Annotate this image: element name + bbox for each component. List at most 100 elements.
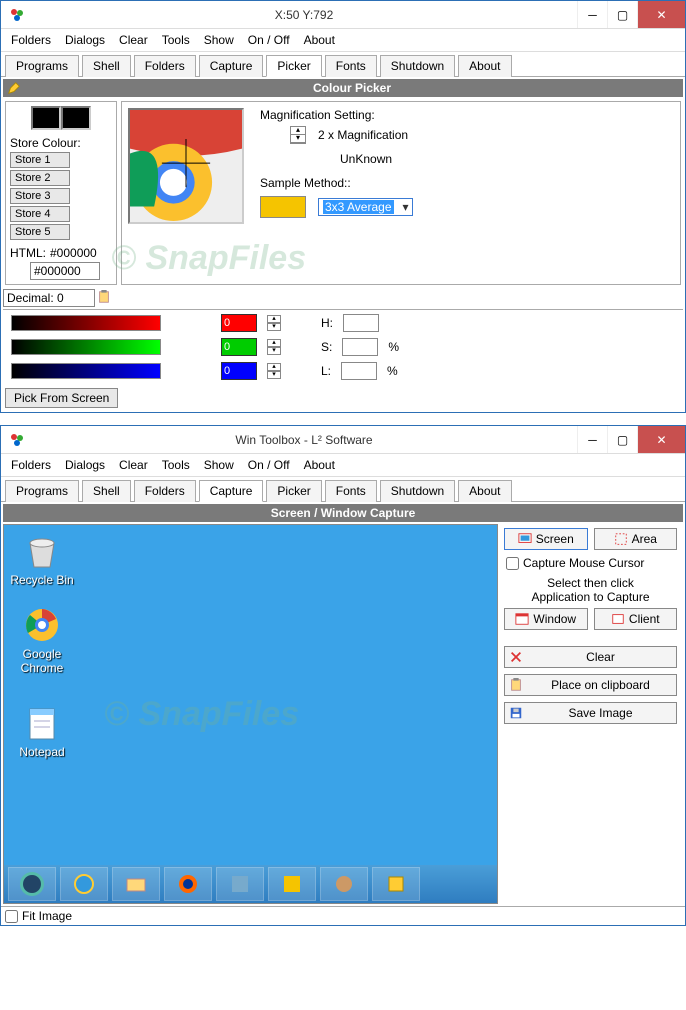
close-button[interactable]: ✕	[637, 426, 685, 453]
area-button[interactable]: Area	[594, 528, 678, 550]
menu-folders[interactable]: Folders	[11, 458, 51, 472]
swatch-2[interactable]	[61, 106, 91, 130]
menu-dialogs[interactable]: Dialogs	[65, 458, 105, 472]
menu-onoff[interactable]: On / Off	[248, 458, 290, 472]
screen-button[interactable]: Screen	[504, 528, 588, 550]
taskbar-app2[interactable]	[268, 867, 316, 901]
hsl-panel: 0 ▴▾ H: 0 ▴▾ S: % 0 ▴▾ L: %	[3, 309, 683, 384]
menu-clear[interactable]: Clear	[119, 33, 148, 47]
mag-label: Magnification Setting:	[260, 108, 674, 122]
tab-about[interactable]: About	[458, 55, 511, 77]
watermark: © SnapFiles	[104, 695, 299, 734]
tab-picker[interactable]: Picker	[266, 55, 321, 77]
sample-method-select[interactable]: 3x3 Average	[318, 198, 413, 216]
clipboard-button[interactable]: Place on clipboard	[504, 674, 677, 696]
s-input[interactable]	[342, 338, 378, 356]
minimize-button[interactable]: ─	[577, 426, 607, 453]
mag-spinner[interactable]: ▴▾	[290, 126, 306, 144]
desktop-icon-recycle[interactable]: Recycle Bin	[10, 531, 74, 587]
clear-button[interactable]: Clear	[504, 646, 677, 668]
desktop-icon-notepad[interactable]: Notepad	[10, 703, 74, 759]
header-text: Colour Picker	[313, 81, 391, 95]
slider-b[interactable]	[11, 363, 161, 379]
close-button[interactable]: ✕	[637, 1, 685, 28]
menu-dialogs[interactable]: Dialogs	[65, 33, 105, 47]
menu-folders[interactable]: Folders	[11, 33, 51, 47]
tab-shutdown[interactable]: Shutdown	[380, 55, 455, 77]
tab-fonts[interactable]: Fonts	[325, 55, 377, 77]
titlebar: Win Toolbox - L² Software ─ ▢ ✕	[1, 426, 685, 454]
tab-capture[interactable]: Capture	[199, 55, 264, 77]
clipboard-icon[interactable]	[97, 290, 111, 307]
store-1-button[interactable]: Store 1	[10, 152, 70, 168]
slider-g[interactable]	[11, 339, 161, 355]
taskbar-app4[interactable]	[372, 867, 420, 901]
client-button[interactable]: Client	[594, 608, 678, 630]
menu-show[interactable]: Show	[204, 33, 234, 47]
sample-swatch	[260, 196, 306, 218]
maximize-button[interactable]: ▢	[607, 426, 637, 453]
maximize-button[interactable]: ▢	[607, 1, 637, 28]
menu-clear[interactable]: Clear	[119, 458, 148, 472]
l-pct: %	[387, 364, 398, 378]
menu-show[interactable]: Show	[204, 458, 234, 472]
title-text: Win Toolbox - L² Software	[31, 433, 577, 447]
menu-onoff[interactable]: On / Off	[248, 33, 290, 47]
window-button[interactable]: Window	[504, 608, 588, 630]
decimal-input[interactable]	[3, 289, 95, 307]
client-icon	[611, 612, 625, 626]
l-input[interactable]	[341, 362, 377, 380]
slider-r[interactable]	[11, 315, 161, 331]
spinner-g[interactable]: ▴▾	[267, 339, 281, 355]
screen-icon	[518, 532, 532, 546]
store-4-button[interactable]: Store 4	[10, 206, 70, 222]
menubar: Folders Dialogs Clear Tools Show On / Of…	[1, 454, 685, 477]
taskbar-app3[interactable]	[320, 867, 368, 901]
taskbar-firefox[interactable]	[164, 867, 212, 901]
tab-shutdown[interactable]: Shutdown	[380, 480, 455, 502]
h-input[interactable]	[343, 314, 379, 332]
title-text: X:50 Y:792	[31, 8, 577, 22]
tab-shell[interactable]: Shell	[82, 55, 131, 77]
tab-programs[interactable]: Programs	[5, 480, 79, 502]
store-2-button[interactable]: Store 2	[10, 170, 70, 186]
taskbar-explorer[interactable]	[112, 867, 160, 901]
fit-image-checkbox[interactable]	[5, 910, 18, 923]
desktop-icon-chrome[interactable]: Google Chrome	[10, 605, 74, 675]
spinner-r[interactable]: ▴▾	[267, 315, 281, 331]
magnifier-panel: Magnification Setting: ▴▾ 2 x Magnificat…	[121, 101, 681, 285]
tab-fonts[interactable]: Fonts	[325, 480, 377, 502]
minimize-button[interactable]: ─	[577, 1, 607, 28]
menu-about[interactable]: About	[304, 458, 335, 472]
menu-tools[interactable]: Tools	[162, 458, 190, 472]
menu-about[interactable]: About	[304, 33, 335, 47]
spinner-b[interactable]: ▴▾	[267, 363, 281, 379]
capture-cursor-checkbox[interactable]	[506, 557, 519, 570]
store-3-button[interactable]: Store 3	[10, 188, 70, 204]
tab-folders[interactable]: Folders	[134, 480, 196, 502]
window-icon	[515, 612, 529, 626]
store-5-button[interactable]: Store 5	[10, 224, 70, 240]
taskbar-start[interactable]	[8, 867, 56, 901]
tab-programs[interactable]: Programs	[5, 55, 79, 77]
html-input[interactable]	[30, 262, 100, 280]
pick-from-screen-button[interactable]: Pick From Screen	[5, 388, 118, 408]
taskbar-ie[interactable]	[60, 867, 108, 901]
save-image-button[interactable]: Save Image	[504, 702, 677, 724]
header-text: Screen / Window Capture	[271, 506, 416, 520]
app-icon	[9, 432, 25, 448]
taskbar-app1[interactable]	[216, 867, 264, 901]
tab-capture[interactable]: Capture	[199, 480, 264, 502]
menu-tools[interactable]: Tools	[162, 33, 190, 47]
window-color-picker: X:50 Y:792 ─ ▢ ✕ Folders Dialogs Clear T…	[0, 0, 686, 413]
tab-shell[interactable]: Shell	[82, 480, 131, 502]
tabbar: Programs Shell Folders Capture Picker Fo…	[1, 477, 685, 502]
tab-folders[interactable]: Folders	[134, 55, 196, 77]
s-label: S:	[321, 340, 332, 354]
section-header: Screen / Window Capture	[3, 504, 683, 522]
section-header: Colour Picker	[3, 79, 683, 97]
tab-about[interactable]: About	[458, 480, 511, 502]
swatch-1[interactable]	[31, 106, 61, 130]
titlebar: X:50 Y:792 ─ ▢ ✕	[1, 1, 685, 29]
tab-picker[interactable]: Picker	[266, 480, 321, 502]
